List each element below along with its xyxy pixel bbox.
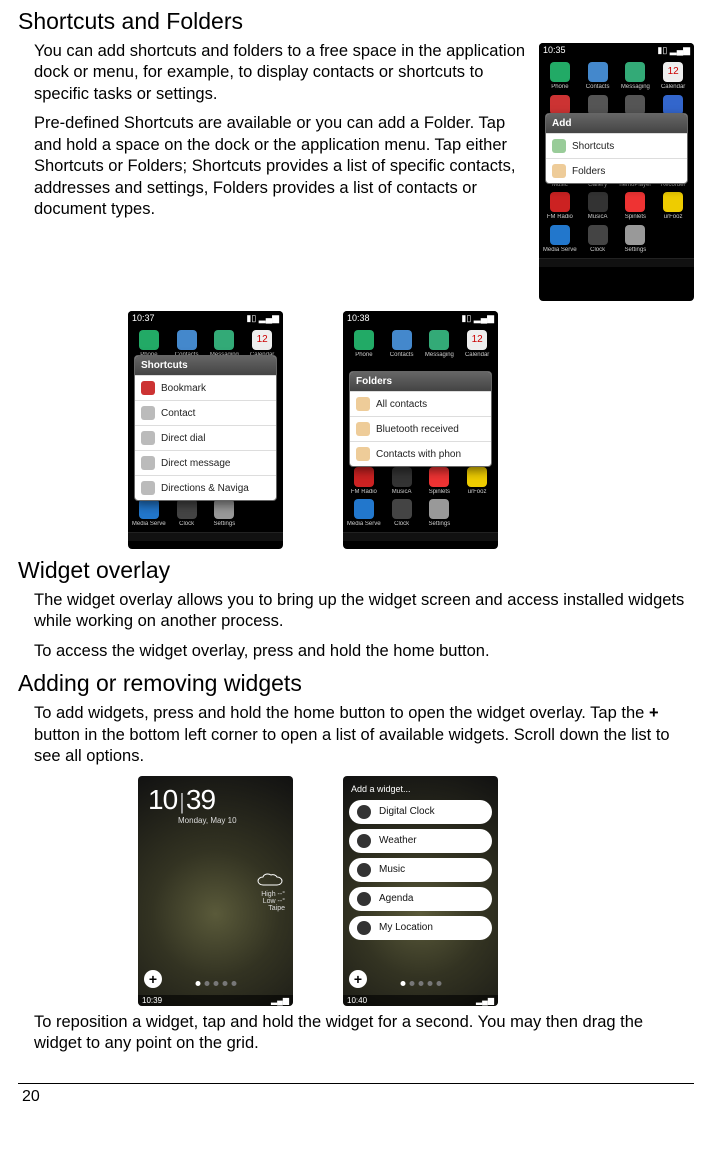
paragraph-wo-1: The widget overlay allows you to bring u… (34, 590, 694, 633)
screenshot-add-dialog: 10:35 ▮▯ ▂▄▆ Phone Contacts Messaging 12… (539, 43, 694, 301)
status-time: 10:35 (543, 45, 566, 56)
page-dots (400, 981, 441, 986)
paragraph-ar-1: To add widgets, press and hold the home … (34, 703, 694, 767)
add-widget-button[interactable]: + (144, 970, 162, 988)
weather-icon (357, 834, 371, 848)
screenshot-add-widget-list: Add a widget... Digital Clock Weather Mu… (343, 776, 498, 1006)
widget-option[interactable]: Agenda (349, 887, 492, 911)
footer-rule (18, 1083, 694, 1084)
agenda-icon (357, 892, 371, 906)
weather-widget: High --° Low --° Taipe (255, 871, 285, 912)
paragraph-sf-2: Pre-defined Shortcuts are available or y… (34, 113, 554, 220)
clock-icon (357, 805, 371, 819)
page-number: 20 (22, 1088, 694, 1106)
folder-item[interactable]: Contacts with phon (350, 441, 491, 466)
location-icon (357, 921, 371, 935)
plus-symbol: + (649, 704, 659, 723)
shortcut-item[interactable]: Direct message (135, 450, 276, 475)
paragraph-wo-2: To access the widget overlay, press and … (34, 641, 694, 662)
music-icon (357, 863, 371, 877)
heading-shortcuts-folders: Shortcuts and Folders (18, 8, 694, 35)
folder-item[interactable]: Bluetooth received (350, 416, 491, 441)
status-icons: ▮▯ ▂▄▆ (657, 45, 690, 56)
popup-title: Add (546, 114, 687, 133)
folders-popup: Folders All contacts Bluetooth received … (349, 371, 492, 467)
page-dots (195, 981, 236, 986)
widget-option[interactable]: Digital Clock (349, 800, 492, 824)
widget-option[interactable]: My Location (349, 916, 492, 940)
screenshot-widget-overlay: 10|39 Monday, May 10 High --° Low --° Ta… (138, 776, 293, 1006)
paragraph-sf-1: You can add shortcuts and folders to a f… (34, 41, 554, 105)
shortcut-item[interactable]: Directions & Naviga (135, 475, 276, 500)
screenshot-folders-list: 10:38▮▯ ▂▄▆ Phone Contacts Messaging 12C… (343, 311, 498, 549)
shortcuts-popup: Shortcuts Bookmark Contact Direct dial D… (134, 355, 277, 501)
folder-item[interactable]: All contacts (350, 391, 491, 416)
shortcut-item[interactable]: Direct dial (135, 425, 276, 450)
shortcut-item[interactable]: Bookmark (135, 375, 276, 400)
widget-option[interactable]: Music (349, 858, 492, 882)
add-popup: Add Shortcuts Folders (545, 113, 688, 184)
status-bar: 10:35 ▮▯ ▂▄▆ (539, 43, 694, 58)
clock-widget: 10|39 (148, 784, 215, 816)
widget-option[interactable]: Weather (349, 829, 492, 853)
add-widget-title: Add a widget... (349, 780, 492, 800)
heading-adding-removing: Adding or removing widgets (18, 670, 694, 697)
heading-widget-overlay: Widget overlay (18, 557, 694, 584)
popup-item-folders[interactable]: Folders (546, 158, 687, 183)
date-label: Monday, May 10 (178, 816, 237, 825)
add-widget-button[interactable]: + (349, 970, 367, 988)
screenshot-shortcuts-list: 10:37▮▯ ▂▄▆ Phone Contacts Messaging 12C… (128, 311, 283, 549)
popup-item-shortcuts[interactable]: Shortcuts (546, 133, 687, 158)
shortcut-item[interactable]: Contact (135, 400, 276, 425)
paragraph-ar-2: To reposition a widget, tap and hold the… (34, 1012, 694, 1055)
